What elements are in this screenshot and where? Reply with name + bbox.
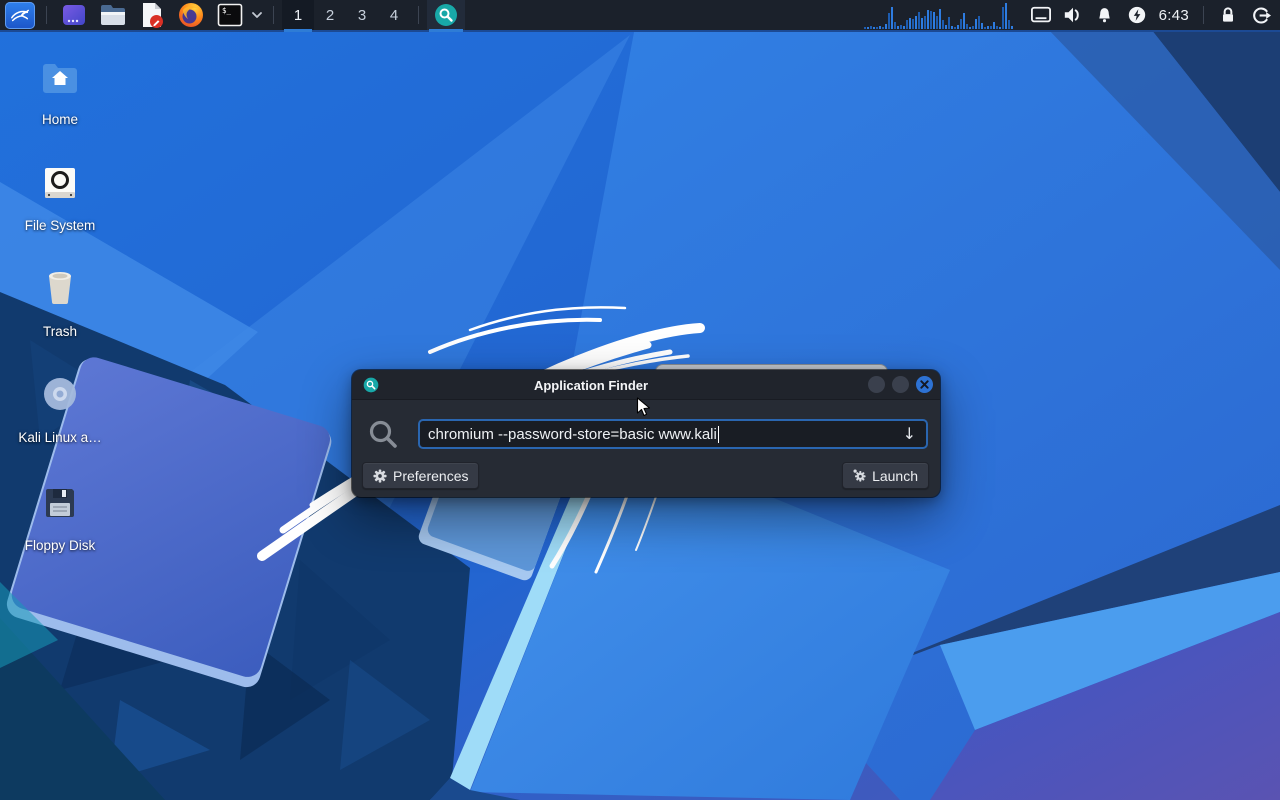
floppy-disk-icon: [43, 482, 77, 520]
desktop-icon-label: Kali Linux a…: [18, 430, 101, 445]
launcher-terminal[interactable]: $_: [211, 0, 249, 30]
panel-separator: [46, 6, 47, 24]
preferences-button[interactable]: Preferences: [362, 462, 479, 489]
cpu-graph[interactable]: [864, 1, 1013, 29]
home-folder-icon: [41, 56, 79, 94]
launcher-text-editor[interactable]: [133, 0, 171, 30]
preferences-label: Preferences: [393, 468, 468, 484]
maximize-button[interactable]: [892, 376, 909, 393]
desktop-icon-home[interactable]: Home: [12, 56, 108, 127]
launch-label: Launch: [872, 468, 918, 484]
chevron-down-icon: [251, 11, 263, 19]
search-input[interactable]: chromium --password-store=basic www.kali…: [418, 419, 928, 449]
desktop-icon-label: Floppy Disk: [25, 538, 96, 553]
launcher-firefox[interactable]: [171, 0, 211, 30]
workspace-switcher: 1 2 3 4: [282, 0, 410, 30]
search-input-value: chromium --password-store=basic www.kali: [428, 426, 717, 443]
desktop: $_ 1 2 3 4: [0, 0, 1280, 800]
text-caret: [718, 426, 720, 443]
logout-icon[interactable]: [1248, 0, 1272, 30]
run-gear-icon: [853, 469, 866, 482]
desktop-icon-label: Home: [42, 112, 78, 127]
workspace-1[interactable]: 1: [282, 0, 314, 30]
clock[interactable]: 6:43: [1159, 7, 1189, 24]
text-editor-icon: [139, 1, 165, 29]
top-panel: $_ 1 2 3 4: [0, 0, 1280, 32]
desktop-icon-kali-cd[interactable]: Kali Linux a…: [12, 374, 108, 445]
launch-button[interactable]: Launch: [842, 462, 929, 489]
terminal-prompt-glyph: $_: [222, 6, 232, 15]
notifications-bell-icon[interactable]: [1093, 0, 1117, 30]
trash-can-icon: [43, 268, 77, 306]
minimize-button[interactable]: [868, 376, 885, 393]
workspace-4[interactable]: 4: [378, 0, 410, 30]
app-window-icon: [61, 2, 87, 28]
firefox-icon: [177, 1, 205, 29]
workspace-3[interactable]: 3: [346, 0, 378, 30]
desktop-icon-label: Trash: [43, 324, 77, 339]
gear-icon: [373, 469, 387, 483]
launcher-dropdown-chevron[interactable]: [249, 0, 265, 30]
optical-disc-icon: [42, 374, 78, 412]
desktop-icon-floppy[interactable]: Floppy Disk: [12, 482, 108, 553]
panel-separator: [418, 6, 419, 24]
power-manager-icon[interactable]: [1125, 0, 1149, 30]
titlebar[interactable]: Application Finder: [352, 370, 940, 400]
kali-menu-button[interactable]: [2, 0, 38, 30]
lock-screen-icon[interactable]: [1216, 0, 1240, 30]
launcher-app-window[interactable]: [55, 0, 93, 30]
launcher-file-manager[interactable]: [93, 0, 133, 30]
close-button[interactable]: [916, 376, 933, 393]
terminal-icon: $_: [217, 2, 243, 28]
application-finder-icon: [434, 3, 458, 27]
window-title: Application Finder: [352, 370, 830, 400]
search-icon: [368, 419, 398, 449]
volume-icon[interactable]: [1061, 0, 1085, 30]
close-icon: [920, 380, 929, 389]
panel-separator: [273, 6, 274, 24]
history-dropdown-arrow-icon[interactable]: ↓: [901, 426, 918, 442]
file-manager-icon: [99, 3, 127, 27]
desktop-icon-label: File System: [25, 218, 96, 233]
display-icon[interactable]: [1029, 0, 1053, 30]
application-finder-window: Application Finder chromium --password-s…: [352, 370, 940, 497]
hard-drive-icon: [42, 162, 78, 200]
panel-separator: [1203, 6, 1204, 24]
kali-logo-icon: [5, 2, 35, 29]
desktop-icon-file-system[interactable]: File System: [12, 162, 108, 233]
desktop-icon-trash[interactable]: Trash: [12, 268, 108, 339]
workspace-2[interactable]: 2: [314, 0, 346, 30]
taskbar-application-finder[interactable]: [427, 0, 465, 30]
